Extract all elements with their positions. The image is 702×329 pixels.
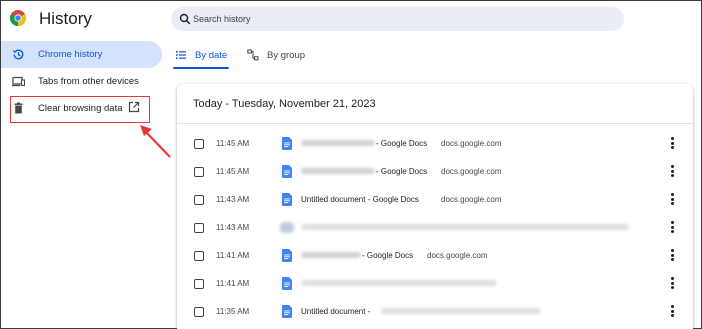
blurred-text — [301, 168, 375, 174]
more-actions-icon[interactable] — [671, 165, 675, 179]
google-docs-icon — [282, 305, 292, 318]
devices-icon — [12, 76, 25, 87]
row-checkbox[interactable] — [194, 279, 204, 289]
history-row[interactable]: 11:35 AM Untitled document - — [177, 298, 693, 326]
sidebar-item-label: Chrome history — [38, 49, 103, 60]
highlight-box — [10, 96, 150, 123]
tab-label: By date — [195, 49, 228, 61]
tab-by-date[interactable]: By date — [175, 41, 227, 69]
row-time: 11:43 AM — [216, 195, 250, 204]
row-checkbox[interactable] — [194, 167, 204, 177]
row-checkbox[interactable] — [194, 195, 204, 205]
search-input[interactable] — [193, 7, 593, 31]
blurred-favicon — [280, 222, 294, 233]
more-actions-icon[interactable] — [671, 277, 675, 291]
row-time: 11:43 AM — [216, 223, 250, 232]
history-icon — [12, 49, 24, 60]
row-checkbox[interactable] — [194, 307, 204, 317]
row-time: 11:45 AM — [216, 139, 250, 148]
view-tabs: By date By group — [171, 41, 701, 69]
sidebar-item-chrome-history[interactable]: Chrome history — [1, 41, 162, 68]
row-checkbox[interactable] — [194, 251, 204, 261]
blurred-text — [301, 280, 497, 286]
row-checkbox[interactable] — [194, 223, 204, 233]
row-time: 11:41 AM — [216, 279, 250, 288]
row-checkbox[interactable] — [194, 139, 204, 149]
row-title[interactable]: - Google Docs — [362, 251, 413, 260]
group-icon — [247, 49, 259, 61]
tab-label: By group — [267, 49, 306, 61]
row-domain: docs.google.com — [441, 139, 502, 148]
section-title: Today - Tuesday, November 21, 2023 — [193, 98, 376, 110]
blurred-text — [301, 252, 361, 258]
more-actions-icon[interactable] — [671, 193, 675, 207]
google-docs-icon — [282, 137, 292, 150]
more-actions-icon[interactable] — [671, 221, 675, 235]
row-title[interactable]: - Google Docs — [376, 167, 427, 176]
more-actions-icon[interactable] — [671, 137, 675, 151]
row-title[interactable]: - Google Docs — [376, 139, 427, 148]
tab-by-group[interactable]: By group — [247, 41, 305, 69]
annotation-arrow-icon — [140, 125, 171, 158]
app-title: History — [39, 9, 92, 28]
search-box[interactable] — [171, 7, 624, 31]
sidebar-item-tabs-other-devices[interactable]: Tabs from other devices — [1, 68, 166, 95]
sidebar-item-label: Tabs from other devices — [38, 76, 139, 87]
row-title[interactable]: Untitled document - — [301, 307, 370, 316]
row-title[interactable]: Untitled document - Google Docs — [301, 195, 419, 204]
search-icon — [179, 13, 191, 25]
row-time: 11:45 AM — [216, 167, 250, 176]
history-card: Today - Tuesday, November 21, 2023 11:45… — [177, 84, 693, 329]
blurred-text — [301, 224, 629, 230]
active-tab-indicator — [173, 67, 229, 69]
history-row[interactable]: 11:45 AM - Google Docs docs.google.com — [177, 130, 693, 158]
google-docs-icon — [282, 165, 292, 178]
blurred-text — [301, 140, 375, 146]
more-actions-icon[interactable] — [671, 249, 675, 263]
blurred-text — [381, 308, 541, 314]
history-row[interactable]: 11:43 AM Untitled document - Google Docs… — [177, 186, 693, 214]
history-row[interactable]: 11:43 AM — [177, 214, 693, 242]
history-row[interactable]: 11:41 AM - Google Docs docs.google.com — [177, 242, 693, 270]
history-row[interactable]: 11:41 AM — [177, 270, 693, 298]
row-domain: docs.google.com — [441, 195, 502, 204]
history-row[interactable]: 11:45 AM - Google Docs docs.google.com — [177, 158, 693, 186]
google-docs-icon — [282, 249, 292, 262]
header: History — [1, 1, 701, 37]
list-icon — [176, 51, 186, 59]
google-docs-icon — [282, 277, 292, 290]
chrome-logo-icon — [10, 10, 26, 26]
row-time: 11:35 AM — [216, 307, 250, 316]
google-docs-icon — [282, 193, 292, 206]
more-actions-icon[interactable] — [671, 305, 675, 319]
row-time: 11:41 AM — [216, 251, 250, 260]
row-domain: docs.google.com — [427, 251, 488, 260]
row-domain: docs.google.com — [441, 167, 502, 176]
divider — [177, 123, 693, 124]
